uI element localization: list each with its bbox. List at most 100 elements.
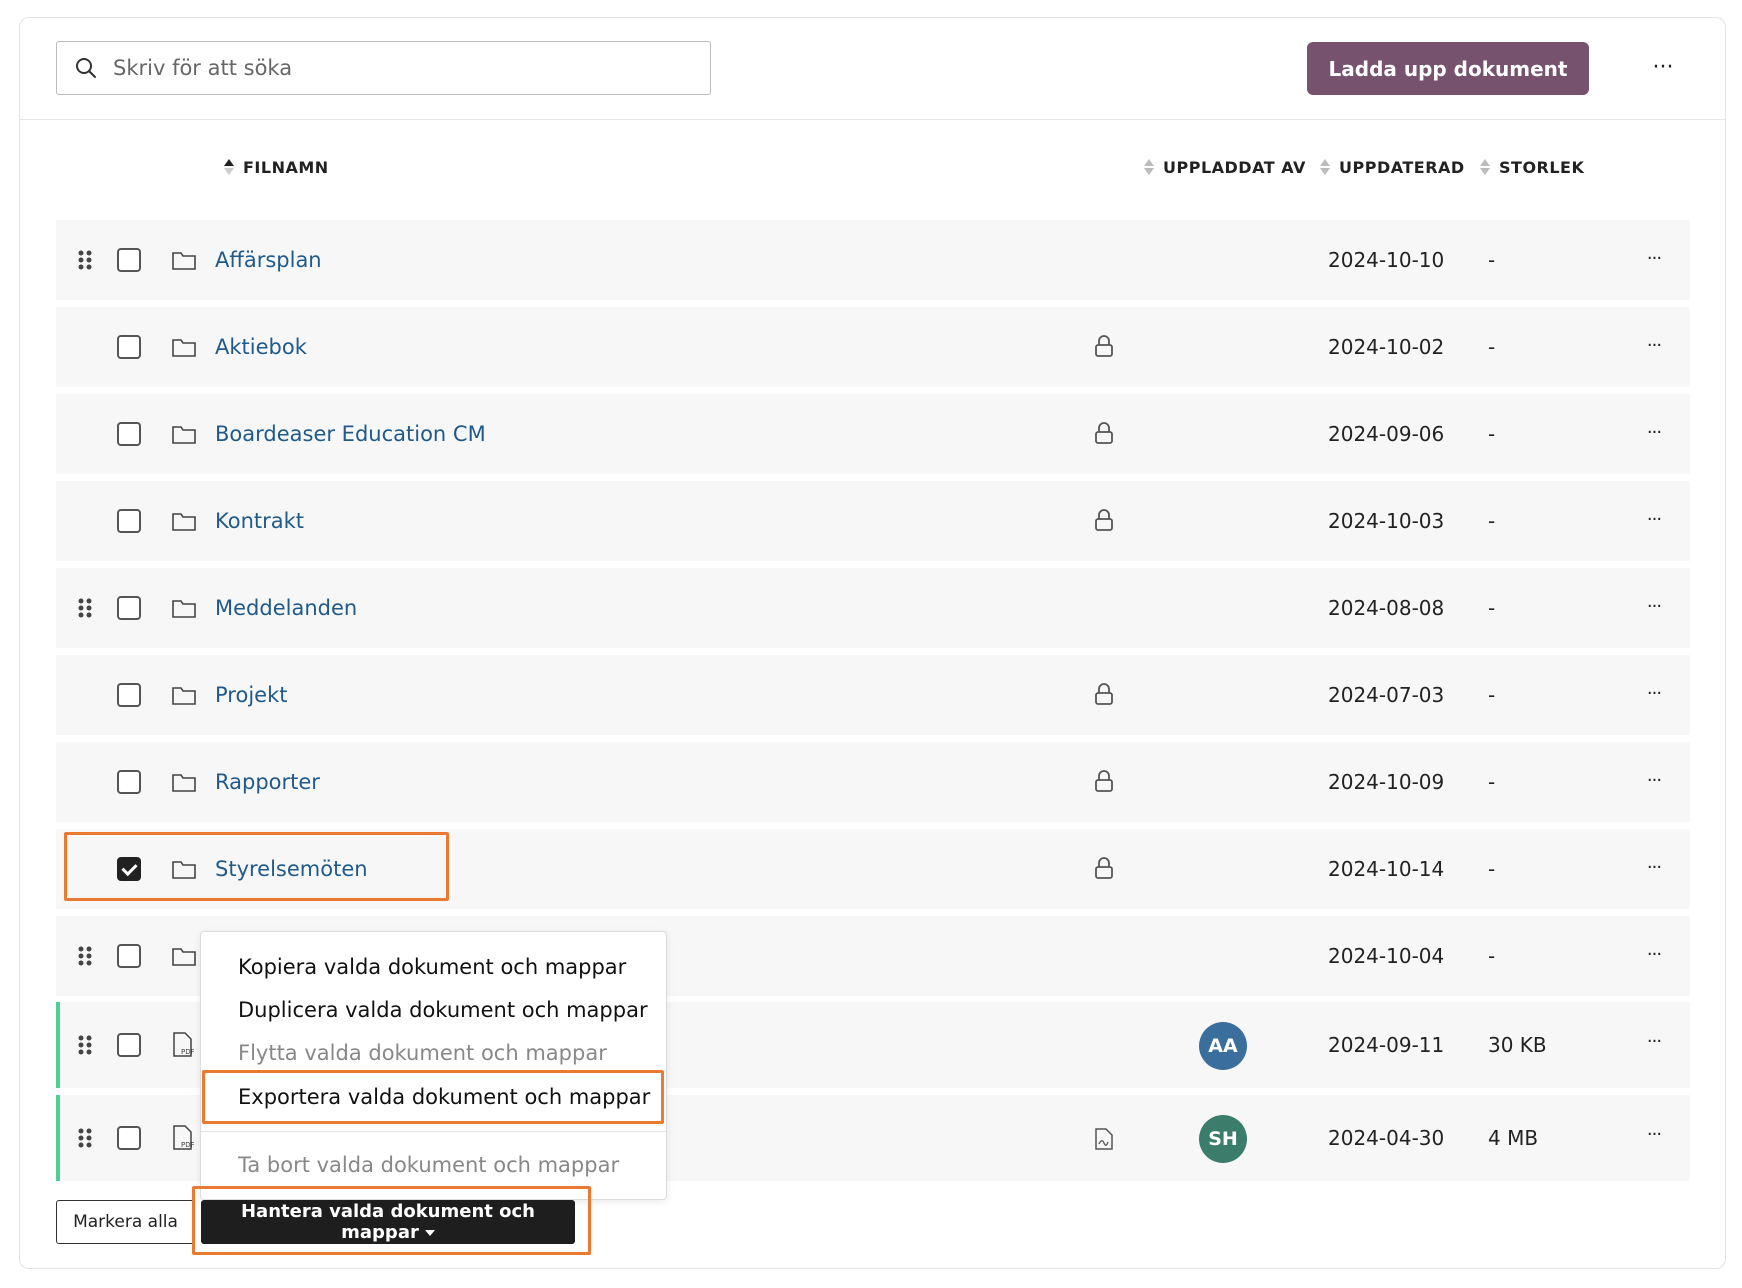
drag-handle-icon[interactable] (78, 946, 92, 966)
folder-name-link[interactable]: Projekt (215, 679, 287, 711)
caret-down-icon (424, 1230, 435, 1236)
file-size: - (1488, 248, 1496, 272)
column-header-label: FILNAMN (243, 158, 329, 177)
folder-icon (172, 600, 196, 618)
row-checkbox[interactable] (117, 770, 141, 794)
folder-name-link[interactable]: Aktiebok (215, 331, 307, 363)
updated-date: 2024-07-03 (1328, 683, 1445, 707)
row-more-icon[interactable]: ··· (1634, 331, 1674, 361)
column-header-uploaded-by[interactable]: UPPLADDAT AV (1143, 157, 1306, 179)
table-row[interactable]: Boardeaser Education CM 2024-09-06 - ··· (56, 394, 1690, 474)
column-header-filename[interactable]: FILNAMN (223, 157, 329, 179)
file-size: - (1488, 596, 1496, 620)
search-input[interactable] (113, 50, 693, 86)
row-checkbox[interactable] (117, 509, 141, 533)
row-more-icon[interactable]: ··· (1634, 244, 1674, 274)
folder-icon (172, 513, 196, 531)
folder-icon (172, 774, 196, 792)
column-header-label: UPPLADDAT AV (1163, 158, 1306, 177)
table-row[interactable]: Meddelanden 2024-08-08 - ··· (56, 568, 1690, 648)
row-more-icon[interactable]: ··· (1634, 505, 1674, 535)
table-row[interactable]: Rapporter 2024-10-09 - ··· (56, 742, 1690, 822)
menu-item-export[interactable]: Exportera valda dokument och mappar (238, 1082, 650, 1112)
table-row[interactable]: Projekt 2024-07-03 - ··· (56, 655, 1690, 735)
menu-item-move: Flytta valda dokument och mappar (238, 1041, 607, 1065)
updated-date: 2024-10-02 (1328, 335, 1445, 359)
row-checkbox[interactable] (117, 1126, 141, 1150)
drag-handle-icon[interactable] (78, 598, 92, 618)
menu-divider (201, 1131, 666, 1132)
file-size: - (1488, 422, 1496, 446)
row-more-icon[interactable]: ··· (1634, 679, 1674, 709)
updated-date: 2024-10-04 (1328, 944, 1445, 968)
lock-icon (1095, 335, 1113, 357)
row-more-icon[interactable]: ··· (1634, 940, 1674, 970)
folder-name-link[interactable]: Affärsplan (215, 244, 322, 276)
folder-name-link[interactable]: Meddelanden (215, 592, 357, 624)
row-checkbox[interactable] (117, 596, 141, 620)
file-size: - (1488, 857, 1496, 881)
folder-name-link[interactable]: Rapporter (215, 766, 320, 798)
pdf-file-icon: PDF (173, 1125, 194, 1150)
row-more-icon[interactable]: ··· (1634, 1027, 1674, 1057)
lock-icon (1095, 857, 1113, 879)
search-box[interactable] (56, 41, 711, 95)
search-icon (76, 58, 96, 78)
sort-icon (1320, 158, 1330, 175)
updated-date: 2024-09-06 (1328, 422, 1445, 446)
file-size: - (1488, 683, 1496, 707)
menu-item-copy[interactable]: Kopiera valda dokument och mappar (238, 952, 626, 982)
column-header-label: STORLEK (1499, 158, 1585, 177)
folder-icon (172, 426, 196, 444)
drag-handle-icon[interactable] (78, 1035, 92, 1055)
row-checkbox[interactable] (117, 335, 141, 359)
signed-document-icon (1095, 1128, 1113, 1150)
lock-icon (1095, 422, 1113, 444)
folder-name-link[interactable]: Boardeaser Education CM (215, 418, 486, 450)
sort-asc-icon (224, 158, 234, 175)
row-checkbox[interactable] (117, 683, 141, 707)
folder-name-link[interactable]: Styrelsemöten (215, 853, 368, 885)
table-row[interactable]: Styrelsemöten 2024-10-14 - ··· (56, 829, 1690, 909)
row-more-icon[interactable]: ··· (1634, 766, 1674, 796)
updated-date: 2024-10-10 (1328, 248, 1445, 272)
folder-icon (172, 252, 196, 270)
menu-item-duplicate[interactable]: Duplicera valda dokument och mappar (238, 995, 648, 1025)
column-header-updated[interactable]: UPPDATERAD (1319, 157, 1465, 179)
updated-date: 2024-04-30 (1328, 1126, 1445, 1150)
row-checkbox[interactable] (117, 944, 141, 968)
row-more-icon[interactable]: ··· (1634, 592, 1674, 622)
manage-selected-button[interactable]: Hantera valda dokument och mappar (201, 1200, 575, 1244)
more-options-icon[interactable]: ··· (1643, 51, 1683, 83)
updated-date: 2024-10-09 (1328, 770, 1445, 794)
drag-handle-icon[interactable] (78, 1128, 92, 1148)
table-row[interactable]: Kontrakt 2024-10-03 - ··· (56, 481, 1690, 561)
bulk-actions-menu: Kopiera valda dokument och mappar Duplic… (200, 931, 667, 1200)
upload-document-button[interactable]: Ladda upp dokument (1307, 42, 1589, 95)
file-size: 4 MB (1488, 1126, 1539, 1150)
row-checkbox-checked[interactable] (117, 857, 141, 881)
row-checkbox[interactable] (117, 248, 141, 272)
column-header-size[interactable]: STORLEK (1479, 157, 1584, 179)
folder-icon (172, 861, 196, 879)
folder-icon (172, 687, 196, 705)
row-checkbox[interactable] (117, 422, 141, 446)
lock-icon (1095, 683, 1113, 705)
row-checkbox[interactable] (117, 1033, 141, 1057)
folder-icon (172, 339, 196, 357)
table-row[interactable]: Aktiebok 2024-10-02 - ··· (56, 307, 1690, 387)
svg-text:PDF: PDF (181, 1048, 194, 1056)
select-all-button[interactable]: Markera alla (56, 1200, 195, 1244)
folder-name-link[interactable]: Kontrakt (215, 505, 304, 537)
file-size: - (1488, 509, 1496, 533)
avatar: AA (1199, 1022, 1247, 1070)
row-more-icon[interactable]: ··· (1634, 418, 1674, 448)
svg-text:PDF: PDF (181, 1141, 194, 1149)
drag-handle-icon[interactable] (78, 250, 92, 270)
pdf-file-icon: PDF (173, 1032, 194, 1057)
row-more-icon[interactable]: ··· (1634, 1120, 1674, 1150)
updated-date: 2024-09-11 (1328, 1033, 1445, 1057)
row-more-icon[interactable]: ··· (1634, 853, 1674, 883)
file-size: - (1488, 770, 1496, 794)
table-row[interactable]: Affärsplan 2024-10-10 - ··· (56, 220, 1690, 300)
